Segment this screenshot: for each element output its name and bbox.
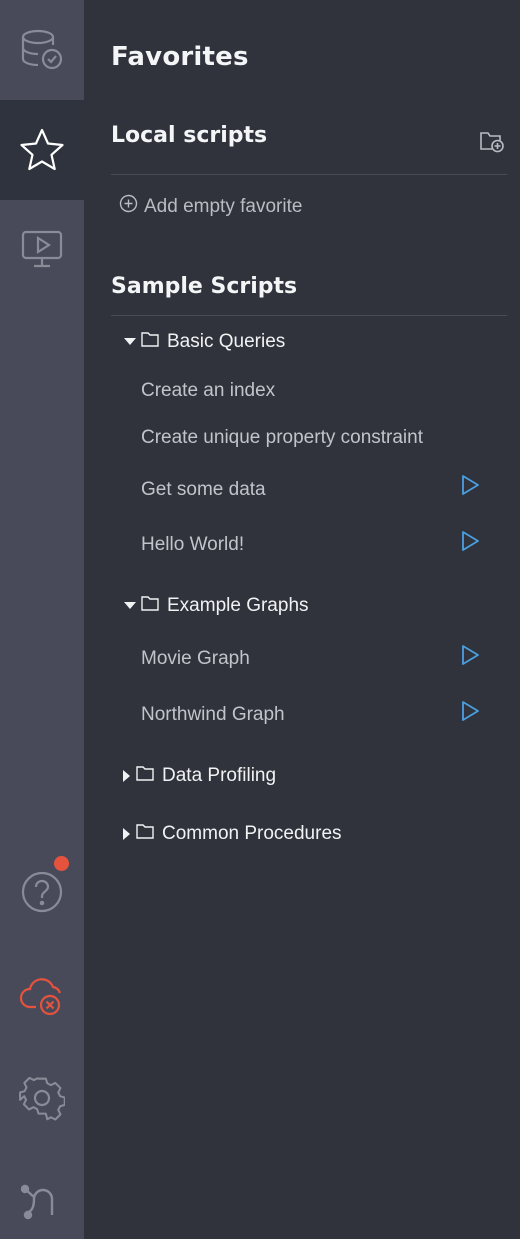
page-title: Favorites (111, 42, 249, 72)
favorites-star-icon (19, 127, 65, 173)
run-script-button[interactable] (457, 474, 483, 500)
settings-icon (19, 1075, 65, 1121)
play-icon (460, 700, 480, 727)
sidebar-rail (0, 0, 84, 1239)
local-scripts-heading: Local scripts (111, 123, 268, 148)
folder-label: Common Procedures (162, 823, 342, 844)
add-empty-favorite-button[interactable]: Add empty favorite (119, 194, 302, 219)
favorites-panel: Favorites Local scripts Add empty favori… (84, 0, 520, 1239)
folder-label: Data Profiling (162, 765, 277, 786)
sidebar-item-about[interactable] (0, 1150, 84, 1239)
caret-down-icon (123, 599, 137, 613)
add-empty-favorite-label: Add empty favorite (144, 195, 303, 217)
folder-basic-queries[interactable]: Basic Queries (123, 331, 285, 353)
notification-badge (54, 856, 69, 871)
about-icon (19, 1177, 65, 1223)
sidebar-item-database[interactable] (0, 0, 84, 100)
run-script-button[interactable] (457, 700, 483, 726)
run-script-button[interactable] (457, 530, 483, 556)
guides-icon (19, 227, 65, 273)
run-script-button[interactable] (457, 644, 483, 670)
divider (111, 174, 507, 175)
play-icon (460, 474, 480, 501)
folder-icon (141, 331, 159, 353)
script-item[interactable]: Create an index (141, 380, 275, 402)
sidebar-item-help[interactable] (0, 842, 84, 942)
folder-example-graphs[interactable]: Example Graphs (123, 595, 309, 617)
caret-right-icon (122, 769, 132, 783)
folder-label: Example Graphs (167, 595, 309, 616)
new-folder-button[interactable] (478, 129, 506, 157)
play-icon (460, 644, 480, 671)
script-item[interactable]: Northwind Graph (141, 704, 285, 726)
sidebar-item-favorites[interactable] (0, 100, 84, 200)
script-item[interactable]: Movie Graph (141, 648, 250, 670)
caret-down-icon (123, 335, 137, 349)
play-icon (460, 530, 480, 557)
folder-icon (141, 595, 159, 617)
caret-right-icon (122, 827, 132, 841)
script-item[interactable]: Hello World! (141, 534, 244, 556)
folder-common-procedures[interactable]: Common Procedures (122, 823, 342, 845)
sidebar-item-guides[interactable] (0, 200, 84, 300)
sample-scripts-heading: Sample Scripts (111, 274, 298, 299)
cloud-disconnected-icon (18, 971, 66, 1019)
folder-icon (136, 765, 154, 787)
script-item[interactable]: Create unique property constraint (141, 427, 423, 449)
divider (111, 315, 507, 316)
folder-data-profiling[interactable]: Data Profiling (122, 765, 276, 787)
help-icon (19, 869, 65, 915)
script-item[interactable]: Get some data (141, 479, 266, 501)
folder-label: Basic Queries (167, 331, 286, 352)
folder-add-icon (479, 129, 505, 158)
plus-circle-icon (119, 194, 144, 219)
sidebar-item-settings[interactable] (0, 1048, 84, 1148)
database-icon (19, 27, 65, 73)
folder-icon (136, 823, 154, 845)
sidebar-item-connection[interactable] (0, 945, 84, 1045)
